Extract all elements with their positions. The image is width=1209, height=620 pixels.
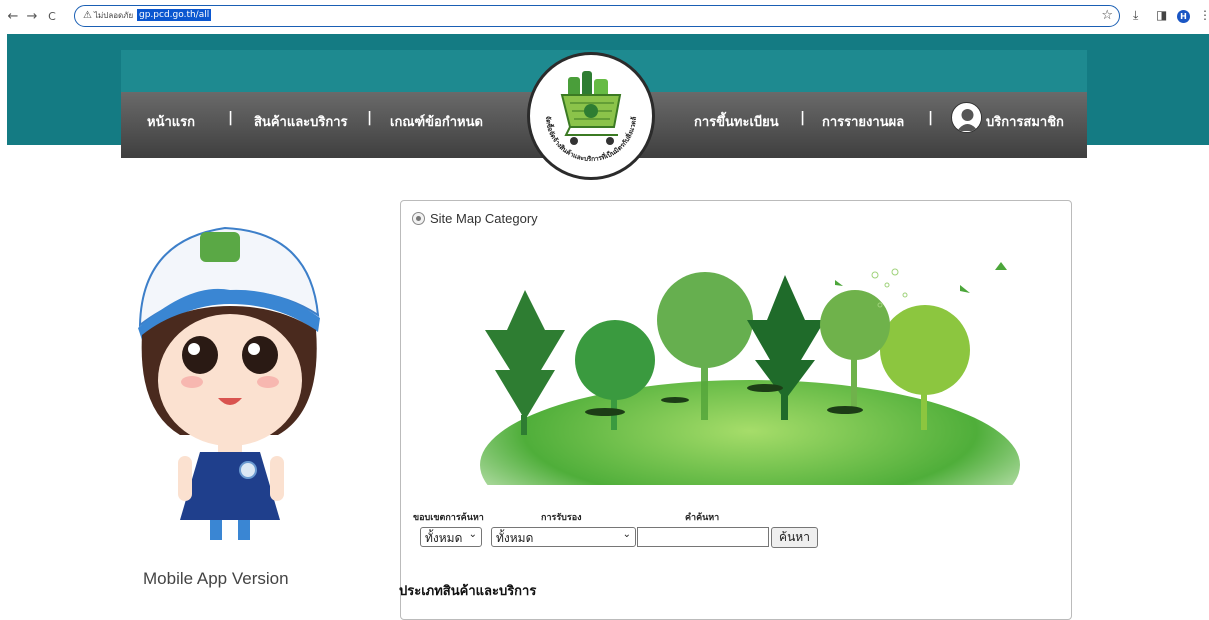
nav-report[interactable]: การรายงานผล <box>822 111 904 132</box>
category-heading: ประเภทสินค้าและบริการ <box>399 584 537 599</box>
nav-home[interactable]: หน้าแรก <box>147 111 195 132</box>
scope-select-value: ทั้งหมด <box>425 531 463 545</box>
address-bar[interactable]: ⚠ ไม่ปลอดภัย gp.pcd.go.th/all ☆ <box>74 5 1120 27</box>
chevron-down-icon: ⌄ <box>468 529 477 540</box>
certification-select-value: ทั้งหมด <box>496 531 534 545</box>
certification-label: การรับรอง <box>541 513 582 523</box>
browser-toolbar: ← → C ⚠ ไม่ปลอดภัย gp.pcd.go.th/all ☆ ⤓ ◨… <box>0 0 1209 34</box>
reload-button[interactable]: C <box>45 10 59 23</box>
green-earth-banner <box>455 250 1030 550</box>
keyword-input[interactable] <box>637 527 769 547</box>
bookmark-star-icon[interactable]: ☆ <box>1101 8 1113 23</box>
scope-label: ขอบเขตการค้นหา <box>413 513 484 523</box>
warning-icon: ⚠ <box>83 10 92 21</box>
scope-select[interactable]: ทั้งหมด ⌄ <box>420 527 482 547</box>
certification-select[interactable]: ทั้งหมด ⌄ <box>491 527 636 547</box>
nav-criteria[interactable]: เกณฑ์ข้อกำหนด <box>390 111 483 132</box>
nav-separator: | <box>800 110 806 126</box>
url-text[interactable]: gp.pcd.go.th/all <box>137 9 212 21</box>
download-icon[interactable]: ⤓ <box>1133 8 1138 23</box>
mobile-app-version-link[interactable]: Mobile App Version <box>143 569 289 589</box>
side-panel-icon[interactable]: ◨ <box>1156 8 1167 22</box>
back-button[interactable]: ← <box>6 9 20 24</box>
sitemap-category-label[interactable]: Site Map Category <box>430 211 538 226</box>
menu-kebab-icon[interactable]: ⋮ <box>1199 8 1209 22</box>
mascot-image <box>130 220 330 540</box>
nav-products[interactable]: สินค้าและบริการ <box>254 111 348 132</box>
search-button[interactable]: ค้นหา <box>771 527 818 548</box>
sitemap-radio[interactable] <box>412 212 425 225</box>
user-avatar-icon[interactable] <box>951 102 982 133</box>
site-logo[interactable]: จัดซื้อจัดจ้างสินค้าและบริการที่เป็นมิตร… <box>527 52 655 180</box>
nav-separator: | <box>928 110 934 126</box>
profile-avatar[interactable]: H <box>1177 10 1190 23</box>
nav-register[interactable]: การขึ้นทะเบียน <box>694 111 779 132</box>
security-warning[interactable]: ⚠ ไม่ปลอดภัย <box>83 9 133 22</box>
nav-member-services[interactable]: บริการสมาชิก <box>986 111 1064 132</box>
keyword-label: คำค้นหา <box>685 513 720 523</box>
forward-button[interactable]: → <box>25 9 39 24</box>
nav-separator: | <box>367 110 373 126</box>
chevron-down-icon: ⌄ <box>622 529 631 540</box>
nav-separator: | <box>228 110 234 126</box>
